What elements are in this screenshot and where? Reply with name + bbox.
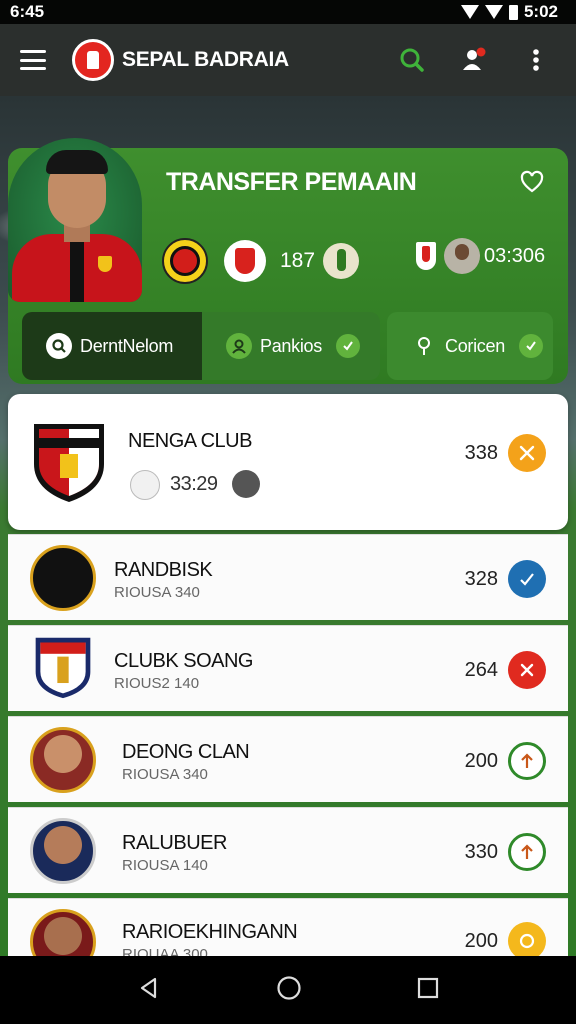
status-time: 6:45 (10, 2, 45, 21)
tab-label: Pankios (260, 335, 322, 356)
club-subtitle: RIOUS2 140 (114, 675, 200, 692)
club-time: 33:29 (170, 473, 218, 495)
status-bar: 6:45 5:02 (0, 0, 576, 24)
system-nav-bar (0, 956, 576, 1024)
notification-icon[interactable] (454, 40, 494, 80)
player-avatar (30, 727, 96, 793)
club-value: 200 (464, 750, 498, 772)
transfer-icon[interactable] (508, 434, 546, 472)
list-item[interactable]: RANDBISK RIOUSA 340 328 (8, 534, 568, 620)
list-item[interactable]: DEONG CLAN RIOUSA 340 200 (8, 716, 568, 802)
club-crest-icon (35, 637, 91, 699)
tab-pankios[interactable]: Pankios (202, 312, 380, 380)
home-icon[interactable] (276, 975, 302, 1006)
tab-coricen[interactable]: Coricen (387, 312, 553, 380)
club-name: RANDBISK (114, 559, 213, 581)
tab-label: Coricen (445, 335, 505, 356)
football-icon (130, 470, 160, 500)
club-subtitle: RIOUSA 140 (122, 857, 208, 874)
player-avatar (30, 818, 96, 884)
check-icon (518, 334, 543, 358)
location-icon (411, 333, 437, 359)
club-name: RALUBUER (122, 832, 227, 854)
recents-icon[interactable] (417, 977, 439, 1004)
club-subtitle: RIOUSA 340 (114, 584, 200, 601)
back-icon[interactable] (137, 976, 161, 1005)
club-name: CLUBK SOANG (114, 650, 253, 672)
tab-dernt-nelom[interactable]: DerntNelom (22, 312, 212, 380)
app-bar: SEPAL BADRAIA (0, 24, 576, 96)
club-crest-icon (30, 545, 96, 611)
list-item[interactable]: CLUBK SOANG RIOUS2 140 264 (8, 625, 568, 711)
hero-title: TRANSFER PEMAAIN (166, 168, 417, 196)
check-icon (335, 334, 360, 358)
check-icon[interactable] (508, 560, 546, 598)
club-name: RARIOEKHINGANN (122, 921, 298, 943)
featured-club-card[interactable]: NENGA CLUB 33:29 338 (8, 394, 568, 530)
favorite-icon[interactable] (518, 168, 548, 198)
list-item[interactable]: RARIOEKHINGANN RIOUAA 300 200 (8, 898, 568, 956)
hero-transfer-time: 03:306 (416, 238, 545, 274)
club-value: 338 (464, 442, 498, 464)
hero-time: 03:306 (484, 244, 546, 267)
club-value: 328 (464, 568, 498, 590)
search-icon (46, 333, 72, 359)
signal-icon (484, 5, 503, 19)
list-item[interactable]: RALUBUER RIOUSA 140 330 (8, 807, 568, 893)
app-logo (72, 39, 114, 81)
close-icon[interactable] (508, 651, 546, 689)
shield-icon (416, 242, 436, 270)
battery-icon (508, 4, 518, 20)
user-icon (226, 333, 252, 359)
more-options-icon[interactable] (516, 40, 556, 80)
hero-count: 187 (280, 249, 316, 272)
wifi-icon (460, 5, 479, 19)
player-avatar (30, 909, 96, 956)
club-value: 200 (464, 930, 498, 952)
coin-icon[interactable] (508, 922, 546, 956)
arrow-up-icon[interactable] (508, 833, 546, 871)
club-crest-icon (224, 240, 266, 282)
club-name: NENGA CLUB (128, 430, 252, 452)
player-avatar (8, 138, 142, 302)
calendar-icon (232, 470, 260, 498)
status-icons: 5:02 (460, 2, 558, 22)
player-thumbnail (444, 238, 480, 274)
hero-club-crests: 187 (162, 238, 360, 284)
club-value: 330 (464, 841, 498, 863)
tab-label: DerntNelom (80, 335, 174, 356)
club-name: DEONG CLAN (122, 741, 250, 763)
club-subtitle: RIOUAA 300 (122, 946, 208, 956)
club-crest-icon (162, 238, 208, 284)
status-right-time: 5:02 (523, 2, 558, 21)
club-value: 264 (464, 659, 498, 681)
arrow-up-icon[interactable] (508, 742, 546, 780)
search-icon[interactable] (392, 40, 432, 80)
club-crest-icon (34, 424, 104, 502)
club-subtitle: RIOUSA 340 (122, 766, 208, 783)
menu-icon[interactable] (20, 50, 46, 70)
player-thumbnail (323, 243, 360, 279)
app-title: SEPAL BADRAIA (122, 48, 289, 71)
